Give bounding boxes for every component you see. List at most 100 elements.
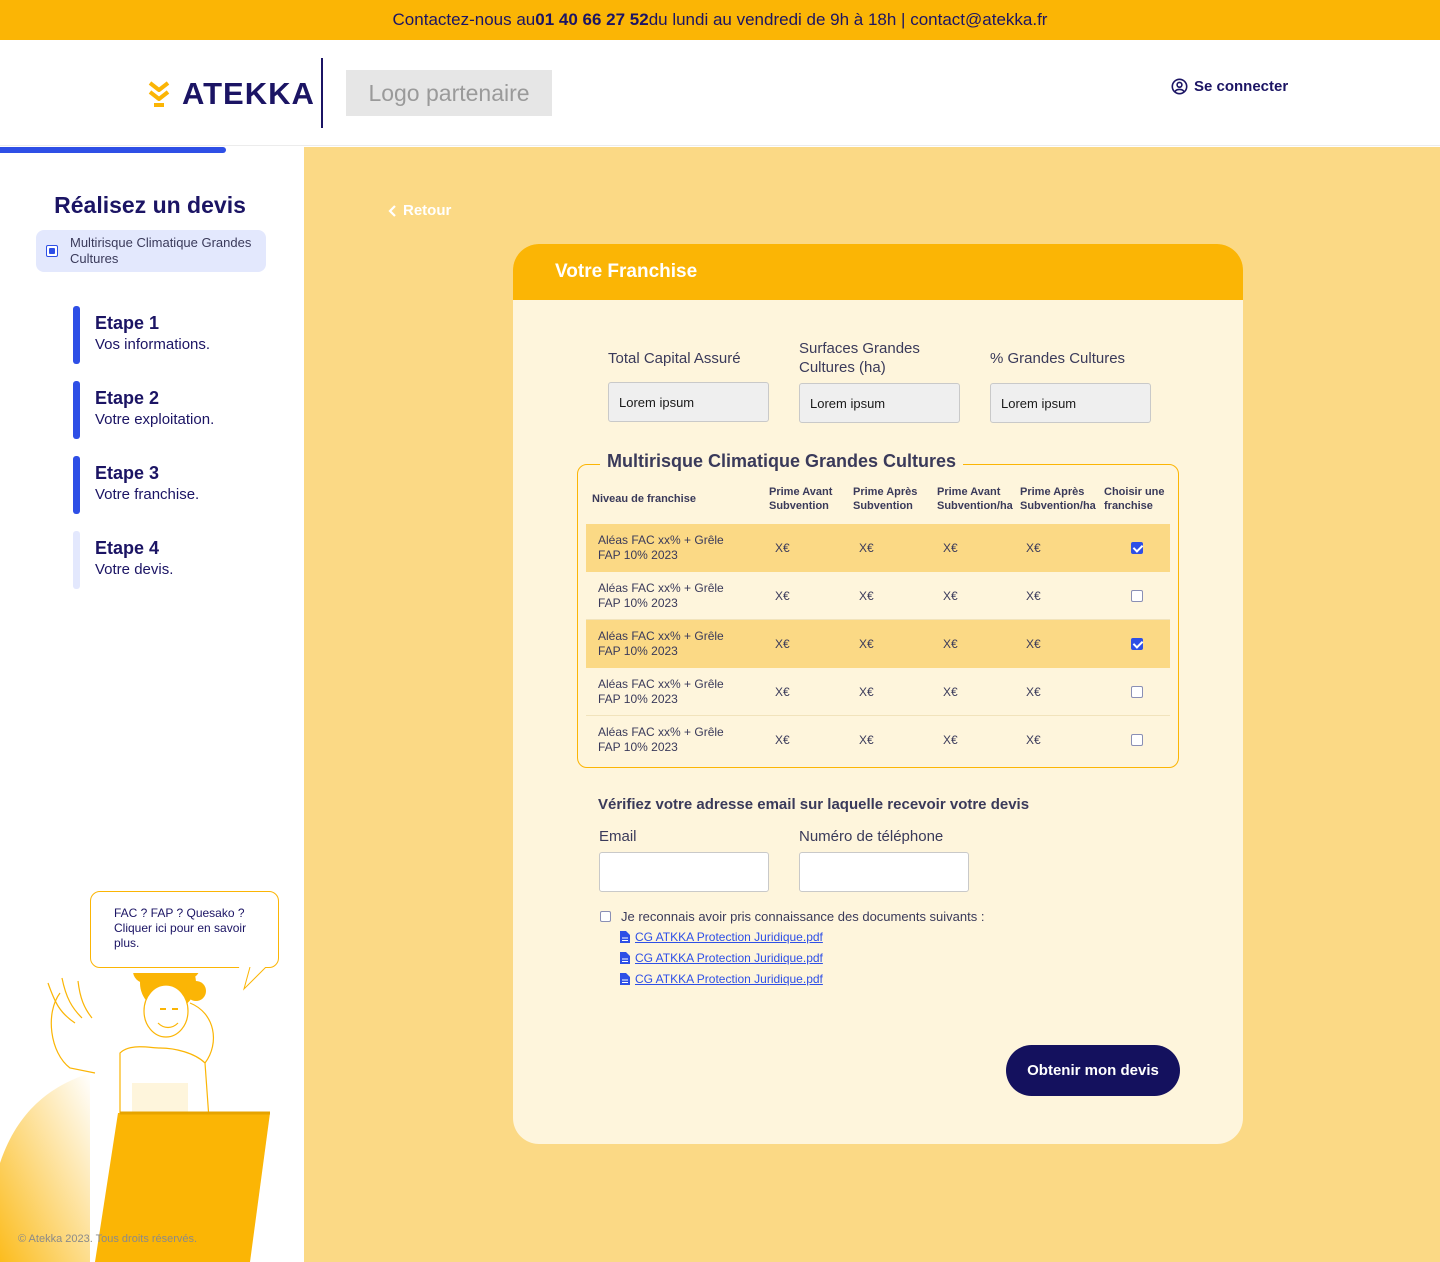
prime-avant: X€ — [775, 733, 790, 747]
prime-apres-ha: X€ — [1026, 733, 1041, 747]
surfaces-label: Surfaces Grandes Cultures (ha) — [799, 340, 920, 376]
get-quote-button[interactable]: Obtenir mon devis — [1006, 1045, 1180, 1096]
prime-avant: X€ — [775, 637, 790, 651]
step-indicator — [73, 531, 80, 589]
step-subtitle: Vos informations. — [95, 336, 211, 353]
prime-apres: X€ — [859, 589, 874, 603]
franchise-table: Multirisque Climatique Grandes Cultures … — [577, 451, 1179, 768]
header-prime-avant: Prime Avant Subvention — [769, 486, 833, 512]
phone-label: Numéro de téléphone — [799, 828, 944, 845]
step-title: Etape 4 — [95, 538, 160, 558]
prime-apres: X€ — [859, 637, 874, 651]
step-1[interactable]: Etape 1 Vos informations. — [73, 306, 273, 364]
step-subtitle: Votre devis. — [95, 561, 174, 578]
acknowledge-checkbox[interactable] — [600, 911, 611, 922]
franchise-checkbox[interactable] — [1131, 638, 1143, 650]
prime-avant: X€ — [775, 541, 790, 555]
capital-input[interactable]: Lorem ipsum — [608, 382, 769, 422]
brand-name: ATEKKA — [182, 76, 315, 111]
prime-avant-ha: X€ — [943, 637, 958, 651]
main-area: Retour Votre Franchise Total Capital Ass… — [304, 147, 1440, 1262]
logo-chevron-icon — [148, 81, 170, 107]
step-subtitle: Votre exploitation. — [95, 411, 215, 428]
step-2[interactable]: Etape 2 Votre exploitation. — [73, 381, 273, 439]
partner-logo: Logo partenaire — [346, 70, 552, 116]
help-bubble[interactable]: FAC ? FAP ? Quesako ? Cliquer ici pour e… — [90, 891, 279, 968]
step-4[interactable]: Etape 4 Votre devis. — [73, 531, 273, 589]
step-indicator — [73, 381, 80, 439]
contact-bar: Contactez-nous au 01 40 66 27 52 du lund… — [0, 0, 1440, 40]
franchise-level: Aléas FAC xx% + Grêle FAP 10% 2023 — [598, 677, 724, 706]
franchise-checkbox[interactable] — [1131, 590, 1143, 602]
percentage-input[interactable]: Lorem ipsum — [990, 383, 1151, 423]
step-title: Etape 3 — [95, 463, 160, 483]
prime-apres: X€ — [859, 685, 874, 699]
percentage-label: % Grandes Cultures — [990, 350, 1126, 367]
franchise-checkbox[interactable] — [1131, 542, 1143, 554]
document-name: CG ATKKA Protection Juridique.pdf — [635, 930, 823, 944]
header-level: Niveau de franchise — [592, 493, 696, 505]
chevron-left-icon — [388, 204, 396, 217]
acknowledge-label: Je reconnais avoir pris connaissance des… — [621, 909, 985, 924]
atekka-logo[interactable]: ATEKKA — [148, 76, 315, 112]
email-section-title: Vérifiez votre adresse email sur laquell… — [598, 796, 1030, 813]
progress-bar — [0, 147, 226, 153]
table-row[interactable]: Aléas FAC xx% + Grêle FAP 10% 2023 X€ X€… — [586, 572, 1170, 620]
email-input[interactable] — [599, 852, 769, 892]
step-title: Etape 2 — [95, 388, 160, 408]
phone-input[interactable] — [799, 852, 969, 892]
prime-avant: X€ — [775, 685, 790, 699]
card-header: Votre Franchise — [513, 244, 1243, 300]
header-prime-apres: Prime Après Subvention — [853, 486, 918, 512]
franchise-card: Votre Franchise Total Capital Assuré Lor… — [513, 244, 1243, 1144]
table-row[interactable]: Aléas FAC xx% + Grêle FAP 10% 2023 X€ X€… — [586, 524, 1170, 572]
back-label: Retour — [403, 202, 452, 219]
table-legend: Multirisque Climatique Grandes Cultures — [600, 451, 964, 472]
prime-apres: X€ — [859, 733, 874, 747]
header-prime-apres-ha: Prime Après Subvention/ha — [1020, 486, 1096, 512]
contact-suffix: du lundi au vendredi de 9h à 18h | conta… — [648, 10, 1048, 29]
franchise-checkbox[interactable] — [1131, 686, 1143, 698]
document-name: CG ATKKA Protection Juridique.pdf — [635, 972, 823, 986]
franchise-checkbox[interactable] — [1131, 734, 1143, 746]
step-title: Etape 1 — [95, 313, 160, 333]
step-indicator — [73, 306, 80, 364]
prime-apres-ha: X€ — [1026, 685, 1041, 699]
table-row[interactable]: Aléas FAC xx% + Grêle FAP 10% 2023 X€ X€… — [586, 620, 1170, 668]
login-button[interactable]: Se connecter — [1171, 78, 1288, 95]
step-indicator — [73, 456, 80, 514]
file-icon — [620, 931, 630, 943]
document-link[interactable]: CG ATKKA Protection Juridique.pdf — [620, 972, 823, 986]
product-chip[interactable]: Multirisque Climatique Grandes Cultures — [36, 230, 266, 272]
copyright: © Atekka 2023. Tous droits réservés. — [18, 1233, 198, 1245]
table-row[interactable]: Aléas FAC xx% + Grêle FAP 10% 2023 X€ X€… — [586, 668, 1170, 716]
file-icon — [620, 973, 630, 985]
prime-apres: X€ — [859, 541, 874, 555]
sidebar-title: Réalisez un devis — [54, 192, 246, 218]
document-name: CG ATKKA Protection Juridique.pdf — [635, 951, 823, 965]
person-illustration — [0, 973, 270, 1262]
user-circle-icon — [1171, 78, 1188, 95]
franchise-level: Aléas FAC xx% + Grêle FAP 10% 2023 — [598, 581, 724, 610]
franchise-level: Aléas FAC xx% + Grêle FAP 10% 2023 — [598, 725, 724, 754]
surfaces-input[interactable]: Lorem ipsum — [799, 383, 960, 423]
sidebar: Réalisez un devis Multirisque Climatique… — [0, 147, 304, 1262]
document-link[interactable]: CG ATKKA Protection Juridique.pdf — [620, 951, 823, 965]
table-row[interactable]: Aléas FAC xx% + Grêle FAP 10% 2023 X€ X€… — [586, 716, 1170, 764]
login-label: Se connecter — [1194, 78, 1289, 95]
product-checkbox[interactable] — [46, 245, 58, 257]
step-subtitle: Votre franchise. — [95, 486, 200, 503]
prime-apres-ha: X€ — [1026, 637, 1041, 651]
back-link[interactable]: Retour — [388, 202, 451, 219]
header-choose: Choisir une franchise — [1104, 486, 1165, 512]
email-label: Email — [599, 828, 637, 845]
prime-avant-ha: X€ — [943, 541, 958, 555]
prime-avant-ha: X€ — [943, 685, 958, 699]
header-divider — [321, 58, 323, 128]
prime-apres-ha: X€ — [1026, 589, 1041, 603]
file-icon — [620, 952, 630, 964]
document-link[interactable]: CG ATKKA Protection Juridique.pdf — [620, 930, 823, 944]
contact-phone[interactable]: 01 40 66 27 52 — [535, 10, 648, 30]
step-3[interactable]: Etape 3 Votre franchise. — [73, 456, 273, 514]
prime-avant-ha: X€ — [943, 733, 958, 747]
